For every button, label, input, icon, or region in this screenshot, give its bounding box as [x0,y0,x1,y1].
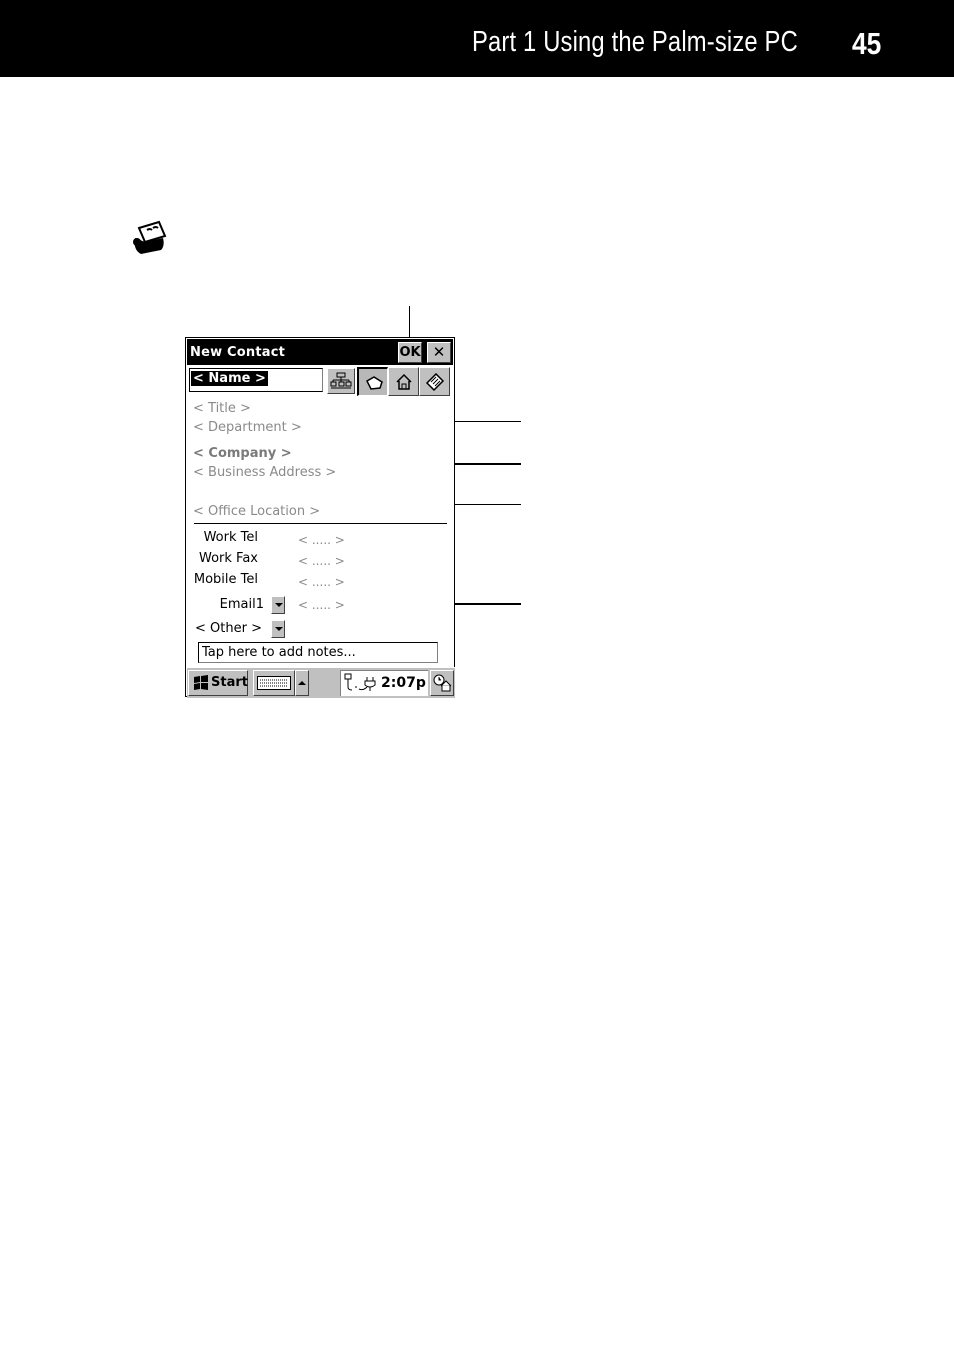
company-field[interactable]: < Company > [193,446,292,461]
email1-label: Email1 [219,597,264,612]
tab-notes[interactable] [419,367,450,396]
close-button[interactable]: ✕ [427,342,451,363]
email-dropdown-button[interactable] [271,596,285,614]
notes-field[interactable]: Tap here to add notes... [198,642,438,663]
start-button[interactable]: Start [188,670,248,696]
taskbar: Start 2:07p [187,667,455,698]
windows-flag-icon [194,675,208,690]
other-label: < Other > [195,621,262,636]
page-number: 45 [852,26,882,61]
name-field-value: < Name > [191,371,268,386]
arrow-up-icon [298,681,306,685]
tag-icon [425,373,445,391]
work-fax-field[interactable]: < ..... > [298,554,345,568]
divider [194,523,447,524]
other-dropdown-button[interactable] [271,620,285,638]
page-header-title: Part 1 Using the Palm-size PC [472,26,798,58]
connection-icon [344,673,376,691]
start-label: Start [211,675,248,690]
office-location-field[interactable]: < Office Location > [193,504,320,519]
house-icon [396,373,412,390]
org-chart-button[interactable] [327,368,355,394]
org-chart-icon [330,372,352,389]
department-field[interactable]: < Department > [193,420,302,435]
name-field[interactable]: < Name > [189,368,323,392]
business-address-field[interactable]: < Business Address > [193,465,336,480]
tab-business[interactable] [357,367,388,396]
input-method-arrow-button[interactable] [295,670,309,696]
work-tel-field[interactable]: < ..... > [298,533,345,547]
system-tray: 2:07p [340,670,428,696]
briefcase-icon [366,376,383,390]
rolodex-card-icon [133,220,167,254]
ok-button[interactable]: OK [398,342,422,363]
page-header-bar: Part 1 Using the Palm-size PC 45 [0,0,954,77]
clock-house-icon [433,674,452,692]
input-panel-button[interactable] [253,670,295,696]
tab-home[interactable] [388,367,419,396]
email1-field[interactable]: < ..... > [298,598,345,612]
clock[interactable]: 2:07p [381,675,426,691]
mobile-tel-field[interactable]: < ..... > [298,575,345,589]
work-tel-label: Work Tel [203,530,258,545]
title-field[interactable]: < Title > [193,401,251,416]
window-title: New Contact [190,345,286,360]
today-button[interactable] [430,670,454,696]
work-fax-label: Work Fax [199,551,258,566]
mobile-tel-label: Mobile Tel [193,572,258,587]
keyboard-icon [257,676,291,690]
title-bar: New Contact OK ✕ [187,339,453,365]
device-screenshot: New Contact OK ✕ < Name > < Title > < De… [185,337,455,698]
